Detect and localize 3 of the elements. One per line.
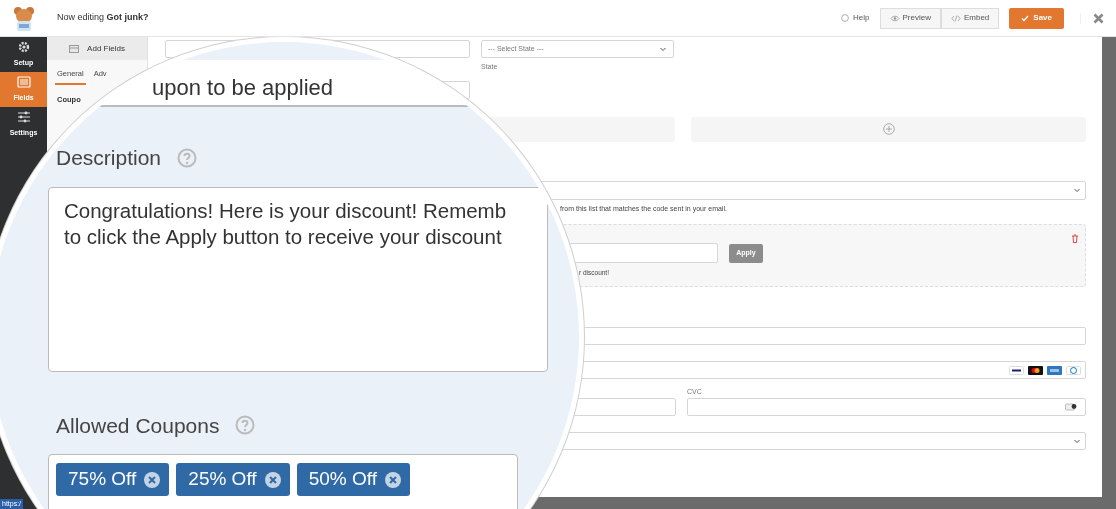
form-title: Now editing Got junk?: [57, 11, 149, 25]
field-label: Description: [56, 145, 162, 171]
field-label: Allowed Coupons: [56, 412, 220, 439]
